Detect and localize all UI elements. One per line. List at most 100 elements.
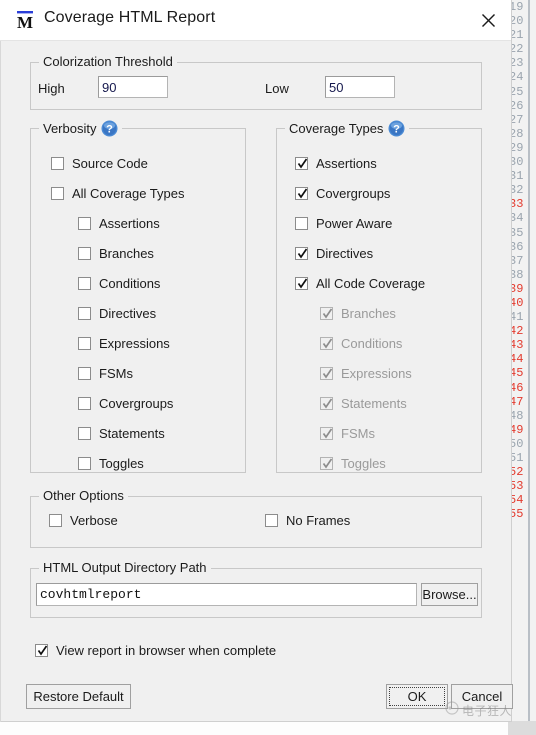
checkbox-label: Expressions [99,336,170,351]
checkbox-fsms[interactable]: FSMs [78,367,133,380]
checkbox-label: View report in browser when complete [56,643,277,658]
checkbox-statements[interactable]: Statements [78,427,165,440]
dialog-left-border [0,0,1,722]
editor-line-number: 28 [509,126,524,141]
checkbox-box [51,187,64,200]
checkbox-power-aware[interactable]: Power Aware [295,217,392,230]
checkbox-box [78,367,91,380]
editor-line-number: 22 [509,42,524,57]
editor-line-number: 47 [509,394,524,409]
high-threshold-input[interactable]: 90 [98,76,168,98]
checkmark-icon [37,644,48,657]
mentor-m-logo-icon: M [14,9,36,32]
help-question-icon[interactable]: ? [388,120,405,137]
checkbox-expressions[interactable]: Expressions [78,337,170,350]
checkbox-label: Branches [99,246,154,261]
checkbox-label: Toggles [341,456,386,471]
checkbox-label: Power Aware [316,216,393,231]
checkbox-label: Directives [99,306,157,321]
checkbox-view-report-in-browser[interactable]: View report in browser when complete [35,644,276,657]
checkbox-label: All Coverage Types [72,186,185,201]
checkbox-branches[interactable]: Branches [78,247,154,260]
checkmark-icon [297,187,308,200]
checkbox-box [295,187,308,200]
editor-line-number: 24 [509,70,524,85]
checkbox-verbose[interactable]: Verbose [49,514,118,527]
checkbox-assertions[interactable]: Assertions [78,217,160,230]
checkbox-label: FSMs [99,366,133,381]
ok-button[interactable]: OK [386,684,448,709]
checkbox-all-coverage-types[interactable]: All Coverage Types [51,187,185,200]
cancel-button[interactable]: Cancel [451,684,513,709]
editor-line-number: 31 [509,169,524,184]
checkbox-box [78,427,91,440]
checkbox-label: All Code Coverage [316,276,426,291]
html-output-directory-legend: HTML Output Directory Path [39,560,211,575]
checkbox-no-frames[interactable]: No Frames [265,514,350,527]
checkmark-icon [322,307,333,320]
editor-line-number: 20 [509,14,524,29]
checkbox-fsms: FSMs [320,427,375,440]
checkbox-toggles[interactable]: Toggles [78,457,144,470]
high-label: High [38,81,65,96]
checkbox-assertions[interactable]: Assertions [295,157,377,170]
verbosity-group: Verbosity ? Source Code All Coverage Type… [30,120,246,473]
checkbox-source-code[interactable]: Source Code [51,157,148,170]
checkbox-covergroups[interactable]: Covergroups [78,397,173,410]
checkbox-label: FSMs [341,426,375,441]
checkbox-box [78,217,91,230]
editor-line-number: 55 [509,507,524,522]
checkbox-label: Source Code [72,156,148,171]
gutter-divider [528,0,530,735]
verbosity-legend: Verbosity ? [39,120,123,137]
checkbox-directives[interactable]: Directives [295,247,373,260]
other-options-group: Other Options Verbose No Frames [30,488,482,548]
background-editor: 19 20 21 22 23 24 25 26 27 28 29 30 31 32 33 34 35 36 37 38… [508,0,536,735]
checkbox-label: Conditions [99,276,161,291]
editor-line-number: 50 [509,436,524,451]
restore-default-button[interactable]: Restore Default [26,684,131,709]
editor-line-number: 52 [509,465,524,480]
checkbox-directives[interactable]: Directives [78,307,156,320]
checkbox-box [78,247,91,260]
low-label: Low [265,81,289,96]
checkbox-box [320,427,333,440]
editor-line-number: 42 [509,324,524,339]
browse-button[interactable]: Browse... [421,583,478,606]
checkbox-statements: Statements [320,397,407,410]
checkbox-conditions[interactable]: Conditions [78,277,160,290]
checkbox-branches: Branches [320,307,396,320]
checkmark-icon [322,397,333,410]
editor-line-number: 51 [509,451,524,465]
screen: 19 20 21 22 23 24 25 26 27 28 29 30 31 32 33 34 35 36 37 38… [0,0,536,735]
editor-line-number: 49 [509,422,524,437]
close-icon[interactable] [465,0,511,40]
checkbox-box [35,644,48,657]
output-directory-input[interactable]: covhtmlreport [36,583,417,606]
page-title: Coverage HTML Report [44,9,216,26]
title-bar: M Coverage HTML Report [0,0,511,41]
editor-line-number: 34 [509,211,524,226]
checkmark-icon [322,367,333,380]
checkmark-icon [297,157,308,170]
checkbox-box [78,457,91,470]
low-threshold-input[interactable]: 50 [325,76,395,98]
editor-line-number: 37 [509,253,524,268]
svg-text:M: M [17,13,33,31]
svg-text:?: ? [107,124,114,136]
svg-text:?: ? [394,124,401,136]
checkbox-label: Directives [316,246,374,261]
checkbox-box [320,397,333,410]
checkmark-icon [322,427,333,440]
editor-line-number: 40 [509,295,524,310]
checkbox-label: No Frames [286,513,351,528]
editor-line-number: 38 [509,267,524,282]
checkbox-label: Branches [341,306,396,321]
checkbox-box [265,514,278,527]
checkbox-label: Assertions [316,156,377,171]
checkbox-box [320,457,333,470]
checkbox-covergroups[interactable]: Covergroups [295,187,390,200]
coverage-types-group: Coverage Types ? Assertions Covergroups Po… [276,120,482,473]
help-question-icon[interactable]: ? [101,120,118,137]
checkbox-all-code-coverage[interactable]: All Code Coverage [295,277,425,290]
